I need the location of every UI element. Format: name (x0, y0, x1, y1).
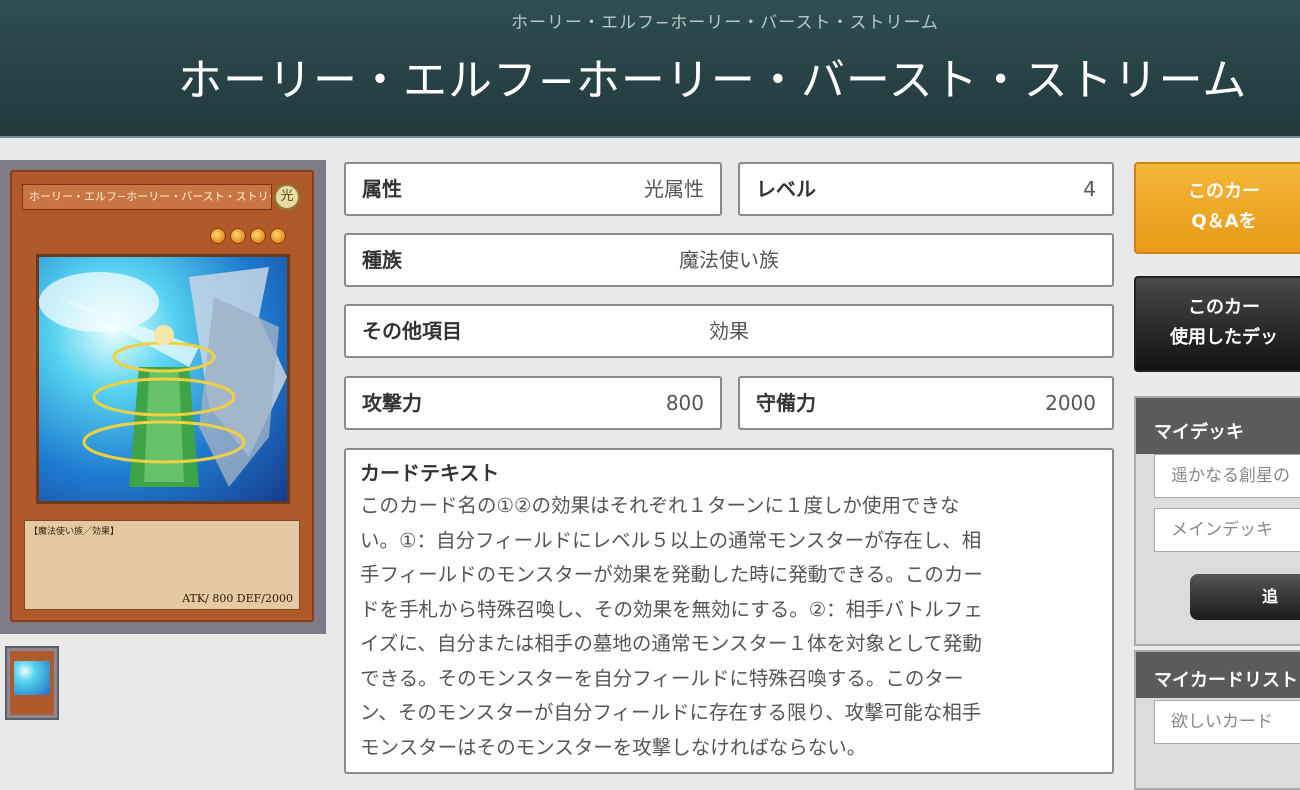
race-field: 種族 魔法使い族 (344, 233, 1114, 287)
level-stars (206, 228, 286, 244)
atk-value: 800 (665, 391, 704, 415)
card-text-line: このカード名の①②の効果はそれぞれ１ターンに１度しか使用できな (360, 494, 960, 517)
atk-field: 攻撃力 800 (344, 376, 722, 430)
mycardlist-panel: マイカードリスト 欲しいカード (1134, 650, 1300, 790)
card-text-line: ン、そのモンスターが自分フィールドに存在する限り、攻撃可能な相手 (360, 701, 982, 724)
level-star-icon (270, 228, 286, 244)
card-name-ruby: ホーリー・エルフ−ホーリー・バースト・ストリーム (511, 13, 939, 33)
page-title: ホーリー・エルフ−ホーリー・バースト・ストリーム (178, 55, 1248, 106)
card-text-line: 手フィールドのモンスターが効果を発動した時に発動できる。このカー (360, 563, 983, 586)
card-text-line: ドを手札から特殊召喚し、その効果を無効にする。②：相手バトルフェ (360, 597, 983, 621)
card-image-frame: ホーリー・エルフ−ホーリー・バースト・ストリーム 光 【魔法使い族／効果】 AT… (0, 160, 326, 634)
mycardlist-title: マイカードリスト (1154, 670, 1298, 691)
card-image-type-line: 【魔法使い族／効果】 (29, 527, 120, 537)
page-header: ホーリー・エルフ−ホーリー・バースト・ストリーム ホーリー・エルフ−ホーリー・バ… (0, 0, 1300, 138)
def-field: 守備力 2000 (738, 376, 1114, 430)
card-text-line: モンスターはそのモンスターを攻撃しなければならない。 (360, 735, 867, 759)
decks-using-card-line1: このカー (1188, 297, 1260, 318)
card-image-stats: ATK/ 800 DEF/2000 (182, 592, 293, 605)
attribute-field: 属性 光属性 (344, 162, 722, 216)
card-thumbnail-art (14, 661, 50, 695)
deck-type-select[interactable]: メインデッキ (1154, 508, 1300, 552)
card-image-text-box: 【魔法使い族／効果】 ATK/ 800 DEF/2000 (24, 520, 300, 610)
other-field: その他項目 効果 (344, 304, 1114, 358)
race-value: 魔法使い族 (679, 248, 779, 272)
card-text-label: カードテキスト (360, 461, 500, 485)
card-image[interactable]: ホーリー・エルフ−ホーリー・バースト・ストリーム 光 【魔法使い族／効果】 AT… (10, 170, 314, 622)
atk-label: 攻撃力 (362, 391, 422, 415)
def-label: 守備力 (756, 391, 816, 415)
card-text-line: い。①：自分フィールドにレベル５以上の通常モンスターが存在し、相 (360, 528, 982, 552)
card-image-name: ホーリー・エルフ−ホーリー・バースト・ストリーム (22, 184, 272, 210)
card-qa-button-line2: Q＆Aを (1191, 211, 1257, 232)
mydeck-panel: マイデッキ 遥かなる創星の メインデッキ 追 (1134, 396, 1300, 646)
card-artwork-illustration (39, 267, 287, 487)
mycardlist-select[interactable]: 欲しいカード (1154, 700, 1300, 744)
decks-using-card-line2: 使用したデッ (1170, 327, 1278, 348)
card-qa-button[interactable]: このカー Q＆Aを (1134, 162, 1300, 254)
card-qa-button-line1: このカー (1188, 181, 1260, 202)
other-value: 効果 (709, 319, 749, 343)
card-thumbnail[interactable] (5, 646, 59, 720)
def-value: 2000 (1045, 391, 1096, 415)
card-text-line: できる。そのモンスターを自分フィールドに特殊召喚する。このター (360, 666, 964, 690)
level-star-icon (230, 228, 246, 244)
card-text-body: このカード名の①②の効果はそれぞれ１ターンに１度しか使用できな い。①：自分フィ… (360, 489, 1098, 765)
decks-using-card-button[interactable]: このカー 使用したデッ (1134, 276, 1300, 372)
level-star-icon (250, 228, 266, 244)
card-thumbnail-inner (10, 651, 54, 715)
attribute-label: 属性 (362, 177, 402, 201)
level-value: 4 (1083, 177, 1096, 201)
mydeck-select[interactable]: 遥かなる創星の (1154, 454, 1300, 498)
light-attribute-icon: 光 (274, 184, 300, 210)
card-text-box: カードテキスト このカード名の①②の効果はそれぞれ１ターンに１度しか使用できな … (344, 448, 1114, 774)
card-artwork (36, 254, 290, 504)
attribute-value: 光属性 (644, 177, 704, 201)
level-field: レベル 4 (738, 162, 1114, 216)
card-text-line: イズに、自分または相手の墓地の通常モンスター１体を対象として発動 (360, 632, 982, 655)
mydeck-title: マイデッキ (1154, 422, 1244, 443)
level-star-icon (210, 228, 226, 244)
add-to-deck-button[interactable]: 追 (1190, 574, 1300, 620)
level-label: レベル (756, 177, 816, 201)
